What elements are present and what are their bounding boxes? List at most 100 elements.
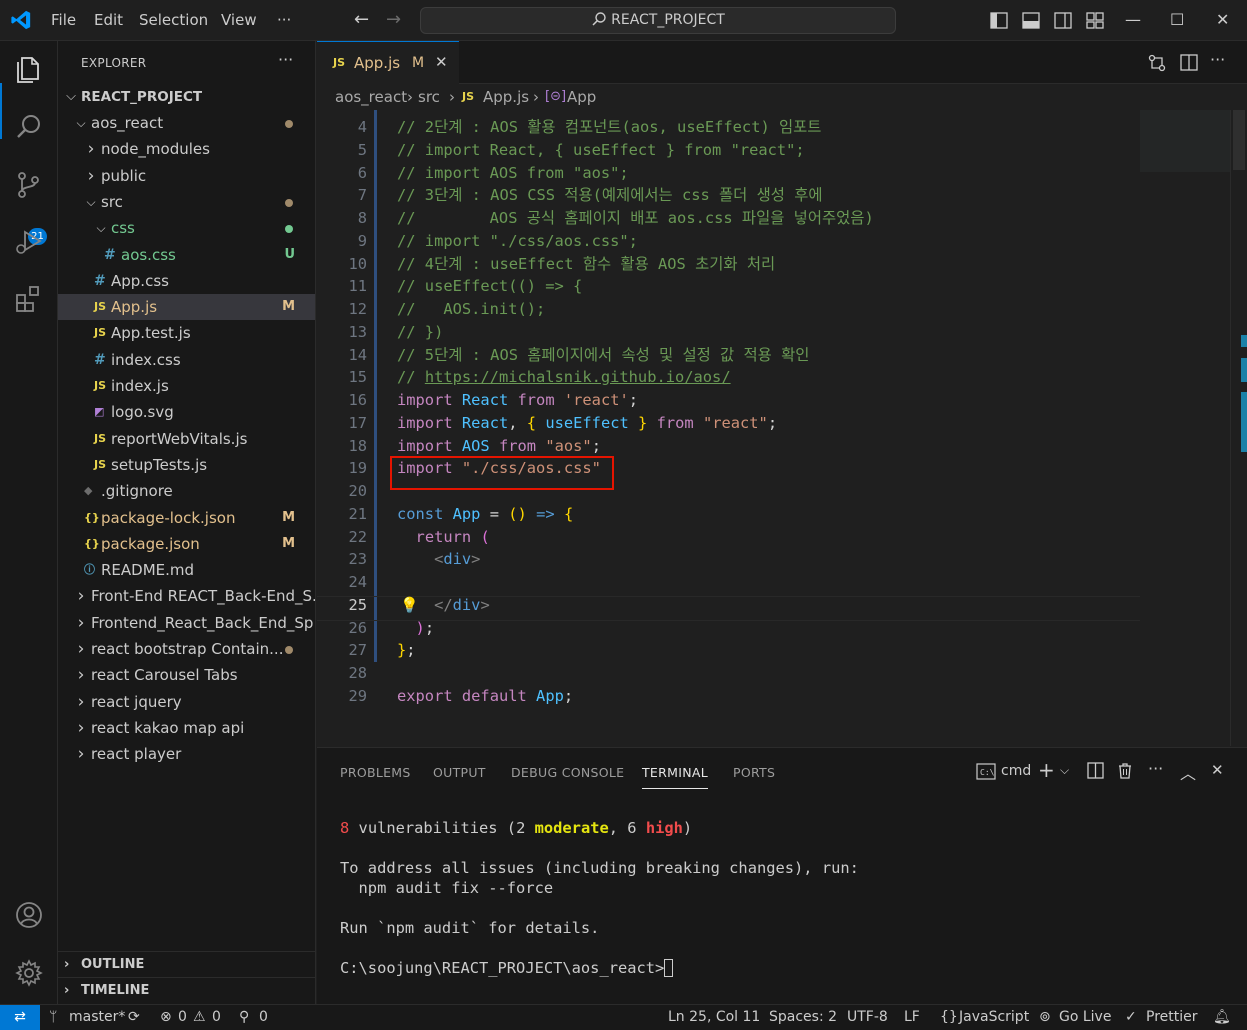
- tree-item[interactable]: ⌵ aos_react: [58, 110, 315, 136]
- explorer-files-icon[interactable]: [13, 53, 45, 85]
- accounts-icon[interactable]: [13, 899, 45, 931]
- split-terminal-icon[interactable]: [1087, 762, 1105, 780]
- tree-item[interactable]: › react Carousel Tabs: [58, 662, 315, 688]
- indentation[interactable]: Spaces: 2: [769, 1009, 837, 1025]
- language-mode[interactable]: JavaScript: [959, 1009, 1029, 1025]
- panel-tab-debug-console[interactable]: DEBUG CONSOLE: [511, 765, 624, 780]
- tree-item[interactable]: ⌵ css: [58, 215, 315, 241]
- trash-icon[interactable]: [1117, 762, 1133, 780]
- workspace-root[interactable]: ⌵ REACT_PROJECT: [58, 84, 315, 110]
- menu-more[interactable]: ···: [277, 11, 291, 29]
- tree-item[interactable]: {} package.json M: [58, 531, 315, 557]
- tree-item[interactable]: JS index.js: [58, 373, 315, 399]
- tree-item[interactable]: › Frontend_React_Back_End_Sp...: [58, 610, 315, 636]
- chevron-right-icon: ›: [77, 639, 85, 659]
- notifications-bell-icon[interactable]: 🔔︎: [1213, 1009, 1231, 1025]
- tree-item[interactable]: JS setupTests.js: [58, 452, 315, 478]
- menu-selection[interactable]: Selection: [139, 11, 208, 29]
- vscode-logo-icon[interactable]: [10, 9, 32, 31]
- panel-tab-ports[interactable]: PORTS: [733, 765, 775, 780]
- source-control-icon[interactable]: [13, 169, 45, 201]
- git-branch[interactable]: master*: [69, 1009, 125, 1025]
- error-count[interactable]: 0: [178, 1009, 187, 1025]
- editor-more-icon[interactable]: ···: [1210, 50, 1225, 69]
- warning-count[interactable]: 0: [212, 1009, 221, 1025]
- tree-item[interactable]: › node_modules: [58, 136, 315, 162]
- tree-item[interactable]: ◩ logo.svg: [58, 399, 315, 425]
- prettier-button[interactable]: Prettier: [1146, 1009, 1198, 1025]
- split-editor-icon[interactable]: [1180, 54, 1198, 72]
- open-changes-icon[interactable]: [1148, 54, 1166, 72]
- go-live-button[interactable]: Go Live: [1059, 1009, 1111, 1025]
- panel-tab-problems[interactable]: PROBLEMS: [340, 765, 411, 780]
- run-debug-icon[interactable]: [13, 225, 45, 257]
- terminal-shell-label[interactable]: cmd: [1001, 763, 1031, 779]
- maximize-panel-icon[interactable]: ︿: [1180, 760, 1196, 784]
- close-tab-icon[interactable]: ✕: [435, 53, 448, 71]
- toggle-panel-icon[interactable]: [1022, 12, 1040, 29]
- toggle-secondary-sidebar-icon[interactable]: [1054, 12, 1072, 29]
- ports-count[interactable]: 0: [259, 1009, 268, 1025]
- minimap[interactable]: [1140, 110, 1235, 746]
- tree-item[interactable]: JS App.js M: [58, 294, 315, 321]
- timeline-label: TIMELINE: [81, 983, 150, 998]
- timeline-section[interactable]: › TIMELINE: [58, 977, 315, 1003]
- cursor-position[interactable]: Ln 25, Col 11: [668, 1009, 760, 1025]
- tree-item[interactable]: › react bootstrap Contain...: [58, 636, 315, 662]
- sync-icon[interactable]: ⟳: [128, 1009, 140, 1025]
- command-center-search[interactable]: REACT_PROJECT: [420, 7, 896, 34]
- remote-indicator-icon[interactable]: ⇄: [0, 1005, 40, 1030]
- code-text: // AOS.init();: [397, 300, 546, 318]
- chevron-down-icon[interactable]: ⌵: [1060, 763, 1069, 778]
- editor-scrollbar[interactable]: [1230, 110, 1247, 746]
- panel-more-icon[interactable]: ···: [1148, 759, 1163, 778]
- outline-section[interactable]: › OUTLINE: [58, 951, 315, 977]
- panel-tab-output[interactable]: OUTPUT: [433, 765, 486, 780]
- tree-item[interactable]: › react jquery: [58, 689, 315, 715]
- tree-item[interactable]: JS App.test.js: [58, 320, 315, 346]
- scrollbar-thumb[interactable]: [1233, 110, 1245, 170]
- breadcrumb-item[interactable]: src: [418, 88, 440, 106]
- line-ending[interactable]: LF: [904, 1009, 920, 1025]
- tree-item[interactable]: # aos.css U: [58, 242, 315, 268]
- tree-item[interactable]: JS reportWebVitals.js: [58, 426, 315, 452]
- search-icon[interactable]: [13, 111, 45, 143]
- code-line: 13 // }): [317, 321, 1140, 344]
- tree-item[interactable]: # App.css: [58, 268, 315, 294]
- tree-item[interactable]: ⓘ README.md: [58, 557, 315, 583]
- new-terminal-icon[interactable]: +: [1038, 758, 1055, 782]
- minimap-slider[interactable]: [1140, 110, 1235, 172]
- tree-item[interactable]: ◆ .gitignore: [58, 478, 315, 504]
- menu-view[interactable]: View: [221, 11, 257, 29]
- settings-gear-icon[interactable]: [13, 957, 45, 989]
- breadcrumb-item[interactable]: App.js: [483, 88, 529, 106]
- code-editor[interactable]: 4 // 2단계 : AOS 활용 컴포넌트(aos, useEffect) 임포…: [317, 110, 1140, 746]
- back-arrow-icon[interactable]: ←: [354, 9, 369, 30]
- panel-tab-terminal[interactable]: TERMINAL: [642, 765, 708, 780]
- terminal-output[interactable]: 8 vulnerabilities (2 moderate, 6 high) To…: [340, 818, 859, 978]
- maximize-icon[interactable]: ☐: [1170, 10, 1184, 29]
- extensions-icon[interactable]: [13, 283, 45, 315]
- close-window-icon[interactable]: ✕: [1216, 10, 1229, 29]
- file-encoding[interactable]: UTF-8: [847, 1009, 888, 1025]
- customize-layout-icon[interactable]: [1086, 12, 1104, 29]
- breadcrumb-item[interactable]: App: [567, 88, 596, 106]
- menu-edit[interactable]: Edit: [94, 11, 123, 29]
- tree-item[interactable]: › Front-End REACT_Back-End_S...: [58, 583, 315, 609]
- tree-item[interactable]: # index.css: [58, 347, 315, 373]
- explorer-more-icon[interactable]: ···: [278, 50, 293, 69]
- tree-item[interactable]: › react player: [58, 741, 315, 767]
- tree-item[interactable]: › public: [58, 163, 315, 189]
- menu-file[interactable]: File: [51, 11, 76, 29]
- tree-item[interactable]: {} package-lock.json M: [58, 505, 315, 531]
- tree-item[interactable]: › react kakao map api: [58, 715, 315, 741]
- branch-icon: ᛘ: [49, 1009, 58, 1025]
- tab-app-js[interactable]: JS App.js M ✕: [317, 41, 459, 84]
- lightbulb-icon[interactable]: 💡: [400, 596, 419, 614]
- forward-arrow-icon[interactable]: →: [386, 9, 401, 30]
- breadcrumb-item[interactable]: aos_react: [335, 88, 407, 106]
- tree-item[interactable]: ⌵ src: [58, 189, 315, 215]
- close-panel-icon[interactable]: ✕: [1211, 761, 1224, 779]
- minimize-icon[interactable]: —: [1125, 10, 1141, 29]
- toggle-primary-sidebar-icon[interactable]: [990, 12, 1008, 29]
